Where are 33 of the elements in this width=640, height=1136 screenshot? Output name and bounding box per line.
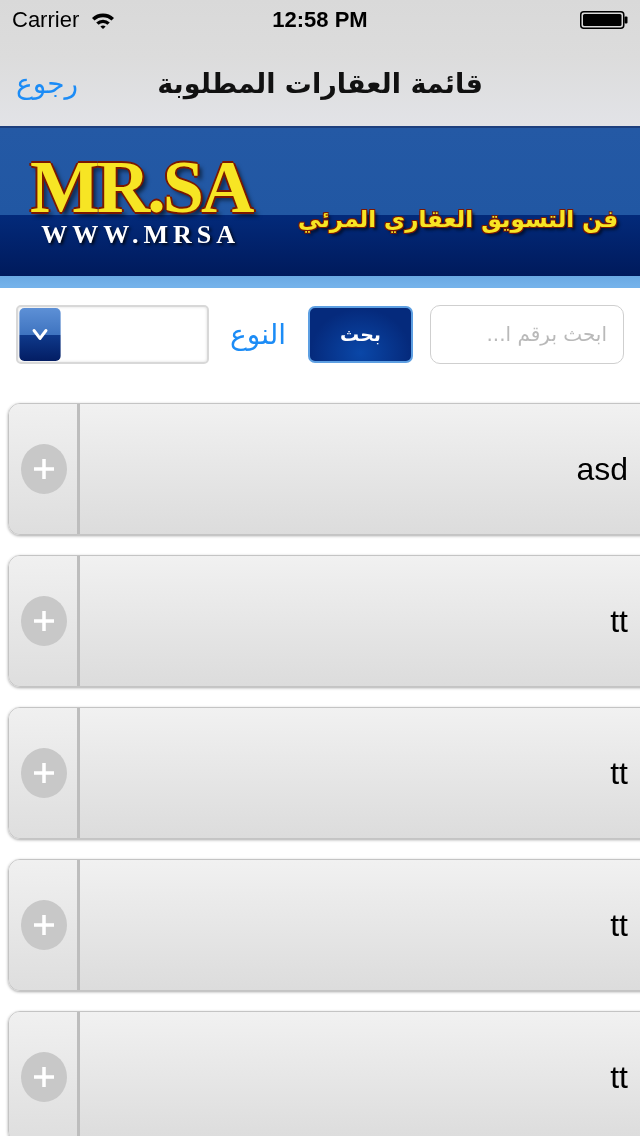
search-button[interactable]: بحث xyxy=(308,305,413,363)
item-title: tt xyxy=(610,906,628,944)
tagline-text: فن التسويق العقاري المرئي xyxy=(297,206,618,232)
item-title: tt xyxy=(610,1058,628,1096)
plus-icon xyxy=(21,900,67,950)
wifi-icon xyxy=(91,11,116,29)
plus-icon xyxy=(21,1052,67,1102)
add-button[interactable] xyxy=(9,404,80,534)
add-button[interactable] xyxy=(9,708,80,838)
search-field[interactable]: ابحث برقم ا... xyxy=(430,304,624,364)
add-button[interactable] xyxy=(9,556,80,686)
list-card[interactable]: tt xyxy=(8,555,640,687)
item-title: tt xyxy=(610,602,628,640)
plus-icon xyxy=(21,748,67,798)
website-text: WWW.MRSA xyxy=(41,222,241,248)
page-title: قائمة العقارات المطلوبة xyxy=(157,67,483,99)
type-dropdown[interactable] xyxy=(16,304,209,364)
add-button[interactable] xyxy=(9,1012,80,1136)
type-label: النوع xyxy=(229,317,287,351)
status-time: 12:58 PM xyxy=(272,7,368,33)
carrier-text: Carrier xyxy=(12,7,80,33)
battery-icon xyxy=(580,11,628,29)
logo-text: MR.SA xyxy=(30,152,252,222)
list-card[interactable]: tt xyxy=(8,1011,640,1136)
list-card[interactable]: tt xyxy=(8,707,640,839)
plus-icon xyxy=(21,596,67,646)
add-button[interactable] xyxy=(9,860,80,990)
dropdown-caret-icon xyxy=(19,307,61,361)
item-title: tt xyxy=(610,754,628,792)
item-title: asd xyxy=(576,450,628,488)
plus-icon xyxy=(21,444,67,494)
list-card[interactable]: tt xyxy=(8,859,640,991)
list-card[interactable]: asd xyxy=(8,403,640,535)
